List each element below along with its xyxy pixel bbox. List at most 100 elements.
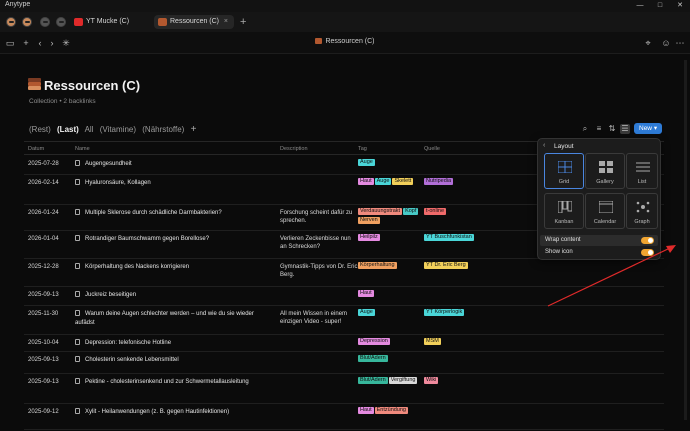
cell-tags[interactable]: Auge — [358, 309, 426, 318]
view-tab[interactable]: (Nährstoffe) — [142, 125, 184, 134]
cell-tags[interactable]: Haut Auge Skelett — [358, 178, 426, 187]
cell-name[interactable]: Pektine - cholesterinsenkend und zur Sch… — [75, 378, 275, 387]
close-icon[interactable]: ✕ — [670, 0, 690, 12]
cell-quelle[interactable]: YT Dr. Eric Berg — [424, 262, 504, 271]
layout-gallery[interactable]: Gallery — [585, 153, 625, 189]
column-header[interactable]: Description — [280, 146, 308, 152]
cell-name[interactable]: Xylit - Heilanwendungen (z. B. gegen Hau… — [75, 408, 275, 417]
table-row[interactable]: 2025-09-12 Xylit - Heilanwendungen (z. B.… — [24, 404, 664, 430]
cell-date[interactable]: 2025-09-13 — [28, 357, 59, 363]
cell-date[interactable]: 2026-01-24 — [28, 210, 59, 216]
cell-quelle[interactable]: YT Körperlogik — [424, 309, 504, 318]
filter-icon[interactable]: ≡ — [594, 124, 604, 134]
page-icon[interactable] — [28, 78, 41, 91]
cell-quelle[interactable]: YT Buschfunkistan — [424, 234, 504, 243]
table-row[interactable]: 2025-09-13 Cholesterin senkende Lebensmit… — [24, 352, 664, 374]
cell-quelle[interactable]: t-online — [424, 208, 504, 217]
view-tab[interactable]: All — [85, 125, 94, 134]
cell-description[interactable]: Gymnastik-Tipps von Dr. Eric Berg. — [280, 263, 358, 279]
cell-date[interactable]: 2025-10-04 — [28, 340, 59, 346]
back-icon[interactable]: ‹ — [543, 142, 545, 149]
view-tabs: (Rest) (Last) All (Vitamine) (Nährstoffe… — [29, 124, 200, 135]
pin-icon[interactable]: ⌖ — [642, 37, 654, 49]
cell-date[interactable]: 2025-09-13 — [28, 379, 59, 385]
cell-tags[interactable]: Blut/Adern Vergiftung — [358, 377, 426, 386]
tile-label: Grid — [558, 179, 570, 185]
cell-tags[interactable]: Auge — [358, 159, 426, 168]
cell-date[interactable]: 2025-07-28 — [28, 161, 59, 167]
cell-name[interactable]: Juckreiz beseitigen — [75, 291, 275, 300]
annotation-arrow — [547, 245, 676, 307]
cell-quelle[interactable]: Wiki — [424, 377, 504, 386]
table-row[interactable]: 2025-10-04 Depression: telefonische Hotli… — [24, 335, 664, 352]
cell-tags[interactable]: Blut/Adern — [358, 355, 426, 364]
space-avatar[interactable] — [56, 17, 66, 27]
space-avatar[interactable] — [40, 17, 50, 27]
search-icon[interactable]: ⌕ — [580, 124, 590, 134]
cell-tags[interactable]: Haut — [358, 290, 426, 299]
cell-name[interactable]: Cholesterin senkende Lebensmittel — [75, 356, 275, 365]
cell-quelle[interactable]: Nutripedia — [424, 178, 504, 187]
tab-ressourcen[interactable]: Ressourcen (C) × — [154, 15, 234, 29]
people-icon[interactable]: ☺ — [660, 37, 672, 49]
cell-tags[interactable]: Körperhaltung — [358, 262, 426, 271]
new-tab-button[interactable]: + — [240, 15, 246, 29]
scrollbar[interactable] — [684, 60, 687, 420]
cell-name[interactable]: Augengesundheit — [75, 160, 275, 169]
space-avatar[interactable] — [6, 17, 16, 27]
cell-date[interactable]: 2026-01-04 — [28, 236, 59, 242]
tile-label: Gallery — [596, 179, 614, 185]
tag-badge: Vergiftung — [388, 377, 418, 384]
maximize-icon[interactable]: □ — [650, 0, 670, 12]
minimize-icon[interactable]: — — [630, 0, 650, 12]
new-button[interactable]: New ▾ — [634, 123, 662, 134]
cell-tags[interactable]: Heilpilz — [358, 234, 426, 243]
cell-name[interactable]: Depression: telefonische Hotline — [75, 339, 275, 348]
page-icon — [75, 339, 80, 345]
layout-grid[interactable]: Grid — [544, 153, 584, 189]
title-bar: Anytype — □ ✕ — [0, 0, 690, 12]
tag-badge: Blut/Adern — [358, 355, 388, 362]
cell-quelle[interactable]: MSM — [424, 338, 504, 347]
column-header[interactable]: Datum — [28, 146, 44, 152]
cell-name[interactable]: Warum deine Augen schlechter werden – un… — [75, 310, 275, 328]
column-header[interactable]: Name — [75, 146, 90, 152]
view-tab[interactable]: (Last) — [57, 125, 79, 134]
tab-yt-mucke[interactable]: YT Mucke (C) — [70, 15, 152, 29]
cell-description[interactable]: Forschung scheint dafür zu sprechen. — [280, 209, 358, 225]
column-header[interactable]: Quelle — [424, 146, 440, 152]
column-header[interactable]: Tag — [358, 146, 367, 152]
table-row[interactable]: 2025-09-13 Pektine - cholesterinsenkend u… — [24, 374, 664, 404]
name-text: Hyaluronsäure, Kollagen — [85, 180, 151, 186]
cell-name[interactable]: Rotrandiger Baumschwamm gegen Borellose? — [75, 235, 275, 244]
layout-list[interactable]: List — [626, 153, 658, 189]
cell-description[interactable]: Verlieren Zeckenbisse nun an Schrecken? — [280, 235, 358, 251]
cell-tags[interactable]: Haut Entzündung — [358, 407, 426, 416]
view-tab[interactable]: (Rest) — [29, 125, 51, 134]
cell-date[interactable]: 2025-09-13 — [28, 292, 59, 298]
cell-name[interactable]: Multiple Sklerose durch schädliche Darmb… — [75, 209, 275, 218]
space-avatar[interactable] — [22, 17, 32, 27]
add-view-icon[interactable]: + — [191, 124, 197, 135]
close-tab-icon[interactable]: × — [224, 15, 228, 29]
sort-icon[interactable]: ⇅ — [607, 124, 617, 134]
layout-graph[interactable]: Graph — [626, 193, 658, 229]
page-title[interactable]: Ressourcen (C) — [44, 78, 140, 93]
cell-date[interactable]: 2026-02-14 — [28, 180, 59, 186]
cell-name[interactable]: Körperhaltung des Nackens korrigieren — [75, 263, 275, 272]
view-tab[interactable]: (Vitamine) — [100, 125, 136, 134]
cell-date[interactable]: 2025-09-12 — [28, 409, 59, 415]
breadcrumb[interactable]: Ressourcen (C) — [0, 38, 690, 45]
cell-date[interactable]: 2025-12-28 — [28, 264, 59, 270]
layout-kanban[interactable]: Kanban — [544, 193, 584, 229]
cell-tags[interactable]: Depression — [358, 338, 426, 347]
cell-name[interactable]: Hyaluronsäure, Kollagen — [75, 179, 275, 188]
cell-description[interactable]: All mein Wissen in einem einzigen Video … — [280, 310, 358, 326]
more-icon[interactable]: ⋯ — [674, 37, 686, 49]
breadcrumb-label: Ressourcen (C) — [325, 38, 375, 45]
cell-tags[interactable]: Verdauungstrakt Kopf Nerven — [358, 208, 426, 226]
cell-date[interactable]: 2025-11-30 — [28, 311, 58, 317]
tag-badge: Auge — [374, 178, 392, 185]
layout-calendar[interactable]: Calendar — [585, 193, 625, 229]
settings-icon[interactable]: ☰ — [620, 124, 630, 134]
